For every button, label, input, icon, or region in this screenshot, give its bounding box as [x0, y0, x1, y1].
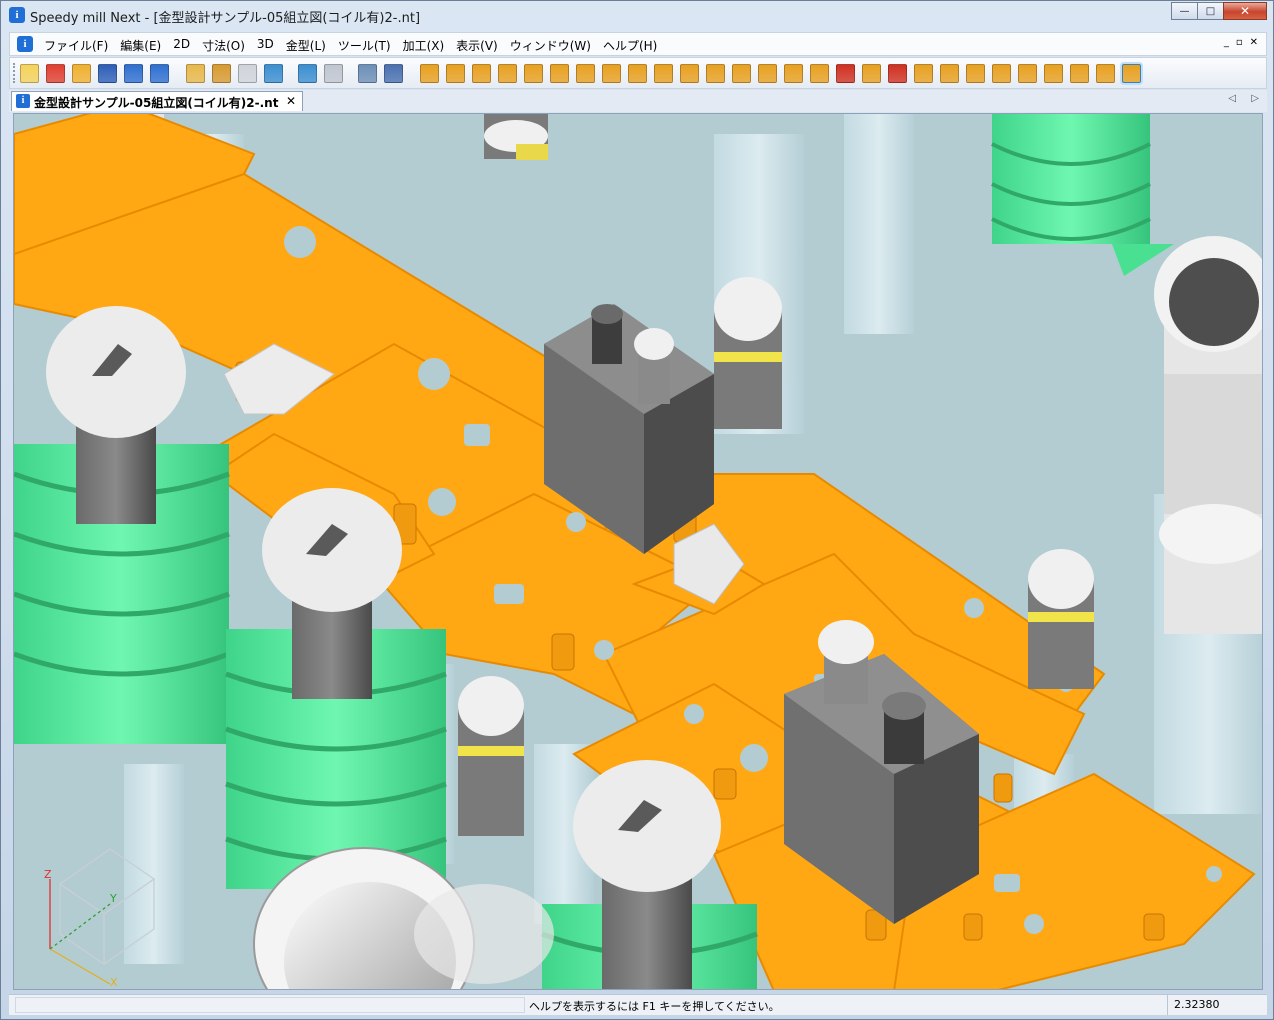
- measure-icon[interactable]: [186, 64, 205, 83]
- menu-item-6[interactable]: ツール(T): [338, 37, 391, 54]
- machining-2-icon[interactable]: [446, 64, 465, 83]
- machining-11-icon[interactable]: [680, 64, 699, 83]
- menu-item-7[interactable]: 加工(X): [403, 37, 445, 54]
- menu-bar: i ファイル(F) 編集(E) 2D 寸法(O) 3D 金型(L) ツール(T) 加工(X) 表…: [9, 32, 1267, 56]
- tab-document-label: 金型設計サンプル-05組立図(コイル有)2-.nt: [34, 96, 279, 110]
- status-bar: ヘルプを表示するには F1 キーを押してください。 2.32380: [9, 994, 1267, 1015]
- maximize-button[interactable]: □: [1197, 2, 1224, 20]
- machining-13-icon[interactable]: [732, 64, 751, 83]
- machining-21-icon[interactable]: [1018, 64, 1037, 83]
- menu-item-5[interactable]: 金型(L): [286, 37, 326, 54]
- document-icon[interactable]: i: [17, 36, 33, 52]
- menu-item-9[interactable]: ウィンドウ(W): [510, 37, 591, 54]
- menu-item-8[interactable]: 表示(V): [456, 37, 498, 54]
- minimize-button[interactable]: —: [1171, 2, 1198, 20]
- tab-document[interactable]: i 金型設計サンプル-05組立図(コイル有)2-.nt ✕: [11, 91, 303, 111]
- 3d-viewport[interactable]: Z Y X: [13, 113, 1263, 990]
- menu-item-2[interactable]: 2D: [173, 37, 190, 54]
- machining-6-icon[interactable]: [550, 64, 569, 83]
- window-title: Speedy mill Next - [金型設計サンプル-05組立図(コイル有)…: [30, 11, 421, 26]
- status-coordinate-value: 2.32380: [1167, 995, 1267, 1015]
- axis-label-x: X: [110, 976, 118, 989]
- status-pane: [15, 997, 525, 1013]
- axis-label-y: Y: [109, 892, 117, 905]
- close-button[interactable]: ✕: [1223, 2, 1267, 20]
- scale-icon[interactable]: [212, 64, 231, 83]
- machining-10-icon[interactable]: [654, 64, 673, 83]
- select-icon[interactable]: [238, 64, 257, 83]
- machining-active-icon[interactable]: [1122, 64, 1141, 83]
- machining-20-icon[interactable]: [992, 64, 1011, 83]
- tab-scroll-left-icon[interactable]: ◁: [1228, 93, 1236, 104]
- machining-8-icon[interactable]: [602, 64, 621, 83]
- 3d-model-render: Z Y X: [14, 114, 1262, 989]
- machining-23-icon[interactable]: [1070, 64, 1089, 83]
- machining-3-icon[interactable]: [472, 64, 491, 83]
- mdi-minimize-button[interactable]: _: [1224, 37, 1229, 48]
- tab-scroll-right-icon[interactable]: ▷: [1251, 93, 1259, 104]
- help-cursor-icon[interactable]: [384, 64, 403, 83]
- document-tab-strip: i 金型設計サンプル-05組立図(コイル有)2-.nt ✕ ◁ ▷: [9, 90, 1267, 112]
- mdi-close-button[interactable]: ✕: [1250, 37, 1258, 48]
- menu-item-0[interactable]: ファイル(F): [44, 37, 108, 54]
- undo-icon[interactable]: [124, 64, 143, 83]
- connect-icon[interactable]: [298, 64, 317, 83]
- document-tab-icon: i: [16, 94, 30, 108]
- new-red-icon[interactable]: [46, 64, 65, 83]
- redo-icon[interactable]: [150, 64, 169, 83]
- title-bar[interactable]: i Speedy mill Next - [金型設計サンプル-05組立図(コイル…: [1, 1, 1273, 30]
- machining-7-icon[interactable]: [576, 64, 595, 83]
- save-icon[interactable]: [98, 64, 117, 83]
- mdi-restore-button[interactable]: ▫: [1236, 37, 1243, 48]
- machining-18-icon[interactable]: [940, 64, 959, 83]
- tool-icon[interactable]: [862, 64, 881, 83]
- machining-14-icon[interactable]: [758, 64, 777, 83]
- calculator-icon[interactable]: [358, 64, 377, 83]
- copy-icon[interactable]: [324, 64, 343, 83]
- machining-22-icon[interactable]: [1044, 64, 1063, 83]
- delete-tool-icon[interactable]: [836, 64, 855, 83]
- machining-5-icon[interactable]: [524, 64, 543, 83]
- new-file-icon[interactable]: [20, 64, 39, 83]
- main-toolbar: [9, 57, 1267, 89]
- application-window: i Speedy mill Next - [金型設計サンプル-05組立図(コイル…: [0, 0, 1274, 1020]
- menu-item-4[interactable]: 3D: [257, 37, 274, 54]
- machining-1-icon[interactable]: [420, 64, 439, 83]
- machining-4-icon[interactable]: [498, 64, 517, 83]
- open-folder-icon[interactable]: [72, 64, 91, 83]
- refresh-icon[interactable]: [888, 64, 907, 83]
- machining-24-icon[interactable]: [1096, 64, 1115, 83]
- machining-12-icon[interactable]: [706, 64, 725, 83]
- layer-icon[interactable]: [264, 64, 283, 83]
- menu-item-1[interactable]: 編集(E): [120, 37, 161, 54]
- machining-16-icon[interactable]: [810, 64, 829, 83]
- menu-item-3[interactable]: 寸法(O): [202, 37, 245, 54]
- menu-item-10[interactable]: ヘルプ(H): [603, 37, 657, 54]
- machining-19-icon[interactable]: [966, 64, 985, 83]
- app-icon[interactable]: i: [9, 7, 25, 23]
- axis-label-z: Z: [44, 868, 52, 881]
- machining-9-icon[interactable]: [628, 64, 647, 83]
- machining-15-icon[interactable]: [784, 64, 803, 83]
- status-message: ヘルプを表示するには F1 キーを押してください。: [529, 1000, 780, 1013]
- machining-17-icon[interactable]: [914, 64, 933, 83]
- toolbar-grip[interactable]: [13, 63, 18, 83]
- tab-close-icon[interactable]: ✕: [286, 94, 296, 108]
